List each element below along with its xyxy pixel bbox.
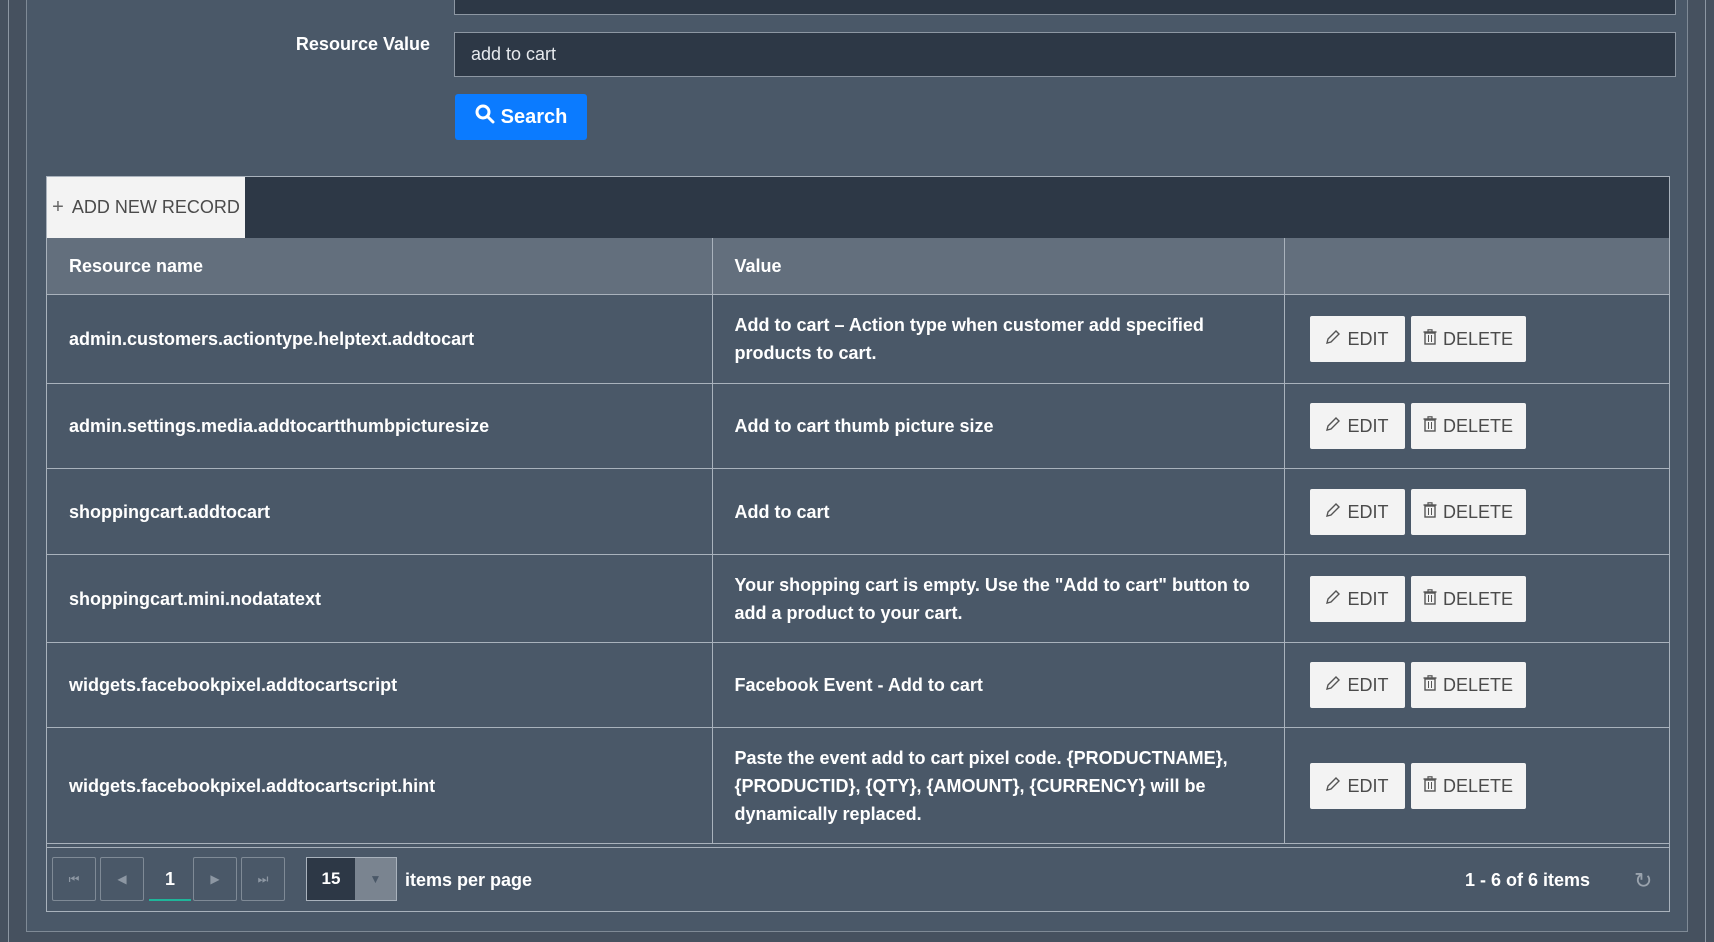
resource-value-cell: Facebook Event - Add to cart	[711, 642, 1285, 728]
page-size-select[interactable]: 15 ▼	[306, 857, 397, 901]
edit-button[interactable]: EDIT	[1309, 662, 1405, 708]
edit-button-label: EDIT	[1347, 329, 1389, 349]
table-row: shoppingcart.addtocart Add to cart EDIT DEL…	[47, 468, 1669, 555]
right-frame-border	[1705, 0, 1706, 942]
next-page-button[interactable]: ▶	[193, 857, 237, 901]
edit-button[interactable]: EDIT	[1309, 575, 1405, 622]
edit-button-label: EDIT	[1347, 775, 1389, 796]
actions-cell: EDIT DELETE	[1283, 383, 1669, 469]
resource-name-cell: widgets.facebookpixel.addtocartscript.hi…	[47, 727, 713, 844]
actions-cell: EDIT DELETE	[1283, 468, 1669, 555]
table-row: shoppingcart.mini.nodatatext Your shoppin…	[47, 554, 1669, 643]
add-new-record-label: ADD NEW RECORD	[71, 197, 240, 217]
resource-value-cell: Your shopping cart is empty. Use the "Ad…	[711, 554, 1285, 643]
plus-icon: +	[52, 196, 64, 218]
column-header-resource-name[interactable]: Resource name	[47, 238, 713, 295]
delete-button-label: DELETE	[1442, 416, 1514, 436]
table-row: widgets.facebookpixel.addtocartscript Fac…	[47, 642, 1669, 728]
first-page-icon: ⏮	[68, 871, 80, 886]
trash-icon	[1423, 412, 1437, 440]
trash-icon	[1423, 498, 1437, 526]
table-row: widgets.facebookpixel.addtocartscript.hi…	[47, 727, 1669, 844]
pencil-icon	[1325, 772, 1341, 800]
next-page-icon: ▶	[210, 872, 220, 886]
resource-name-cell: widgets.facebookpixel.addtocartscript	[47, 642, 713, 728]
pencil-icon	[1325, 585, 1341, 613]
trash-icon	[1423, 772, 1437, 800]
resource-name-cell: shoppingcart.mini.nodatatext	[47, 554, 713, 643]
edit-button[interactable]: EDIT	[1309, 403, 1405, 449]
delete-button-label: DELETE	[1442, 675, 1514, 695]
pencil-icon	[1325, 671, 1341, 699]
resource-value-cell: Add to cart thumb picture size	[711, 383, 1285, 469]
prev-page-icon: ◀	[117, 872, 127, 886]
resource-value-cell: Add to cart – Action type when customer …	[711, 294, 1285, 384]
pager-range-info: 1 - 6 of 6 items	[1465, 870, 1591, 890]
search-button-label: Search	[500, 105, 568, 128]
grid-pager: ⏮ ◀ 1 ▶ ⏭ 15 ▼ items per page 1 - 6 of 6…	[47, 847, 1669, 911]
resource-name-cell: admin.customers.actiontype.helptext.addt…	[47, 294, 713, 384]
delete-button-label: DELETE	[1442, 501, 1514, 522]
pencil-icon	[1325, 498, 1341, 526]
edit-button-label: EDIT	[1347, 675, 1389, 695]
table-header-row: Resource name Value	[47, 238, 1669, 295]
refresh-icon[interactable]: ↻	[1634, 868, 1652, 894]
edit-button-label: EDIT	[1347, 416, 1389, 436]
edit-button[interactable]: EDIT	[1309, 488, 1405, 535]
add-new-record-button[interactable]: + ADD NEW RECORD	[47, 177, 245, 238]
actions-cell: EDIT DELETE	[1283, 727, 1669, 844]
table-row: admin.settings.media.addtocartthumbpictu…	[47, 383, 1669, 469]
pencil-icon	[1325, 325, 1341, 353]
actions-cell: EDIT DELETE	[1283, 642, 1669, 728]
delete-button[interactable]: DELETE	[1410, 316, 1526, 362]
pencil-icon	[1325, 412, 1341, 440]
prev-page-button[interactable]: ◀	[100, 857, 144, 901]
last-page-icon: ⏭	[257, 871, 269, 886]
resource-name-cell: admin.settings.media.addtocartthumbpictu…	[47, 383, 713, 469]
first-page-button[interactable]: ⏮	[52, 857, 96, 901]
grid-toolbar: + ADD NEW RECORD	[47, 177, 1669, 238]
resource-value-label: Resource Value	[295, 34, 430, 54]
delete-button[interactable]: DELETE	[1410, 575, 1526, 622]
resource-value-input[interactable]	[454, 32, 1676, 77]
actions-cell: EDIT DELETE	[1283, 294, 1669, 384]
edit-button[interactable]: EDIT	[1309, 316, 1405, 362]
delete-button[interactable]: DELETE	[1410, 662, 1526, 708]
trash-icon	[1423, 671, 1437, 699]
resources-grid: + ADD NEW RECORD Resource name Value adm…	[46, 176, 1670, 912]
delete-button[interactable]: DELETE	[1410, 488, 1526, 535]
delete-button-label: DELETE	[1442, 775, 1514, 796]
delete-button-label: DELETE	[1442, 588, 1514, 609]
search-icon	[475, 104, 495, 130]
last-page-button[interactable]: ⏭	[241, 857, 285, 901]
resource-value-cell: Add to cart	[711, 468, 1285, 555]
column-header-actions	[1283, 238, 1669, 295]
edit-button-label: EDIT	[1347, 588, 1389, 609]
left-frame-border	[8, 0, 9, 942]
delete-button[interactable]: DELETE	[1410, 762, 1526, 809]
chevron-down-icon[interactable]: ▼	[355, 858, 396, 900]
items-per-page-label: items per page	[405, 870, 533, 890]
resources-table: Resource name Value admin.customers.acti…	[47, 238, 1669, 844]
delete-button-label: DELETE	[1442, 329, 1514, 349]
table-row: admin.customers.actiontype.helptext.addt…	[47, 294, 1669, 384]
current-page-indicator	[149, 899, 191, 901]
resource-value-cell: Paste the event add to cart pixel code. …	[711, 727, 1285, 844]
column-header-value[interactable]: Value	[711, 238, 1285, 295]
resource-name-input[interactable]	[454, 0, 1676, 15]
actions-cell: EDIT DELETE	[1283, 554, 1669, 643]
edit-button-label: EDIT	[1347, 501, 1389, 522]
search-button[interactable]: Search	[455, 94, 587, 140]
trash-icon	[1423, 585, 1437, 613]
current-page-number[interactable]: 1	[148, 857, 192, 901]
page-size-value: 15	[307, 858, 355, 900]
resource-name-cell: shoppingcart.addtocart	[47, 468, 713, 555]
delete-button[interactable]: DELETE	[1410, 403, 1526, 449]
edit-button[interactable]: EDIT	[1309, 762, 1405, 809]
trash-icon	[1423, 325, 1437, 353]
